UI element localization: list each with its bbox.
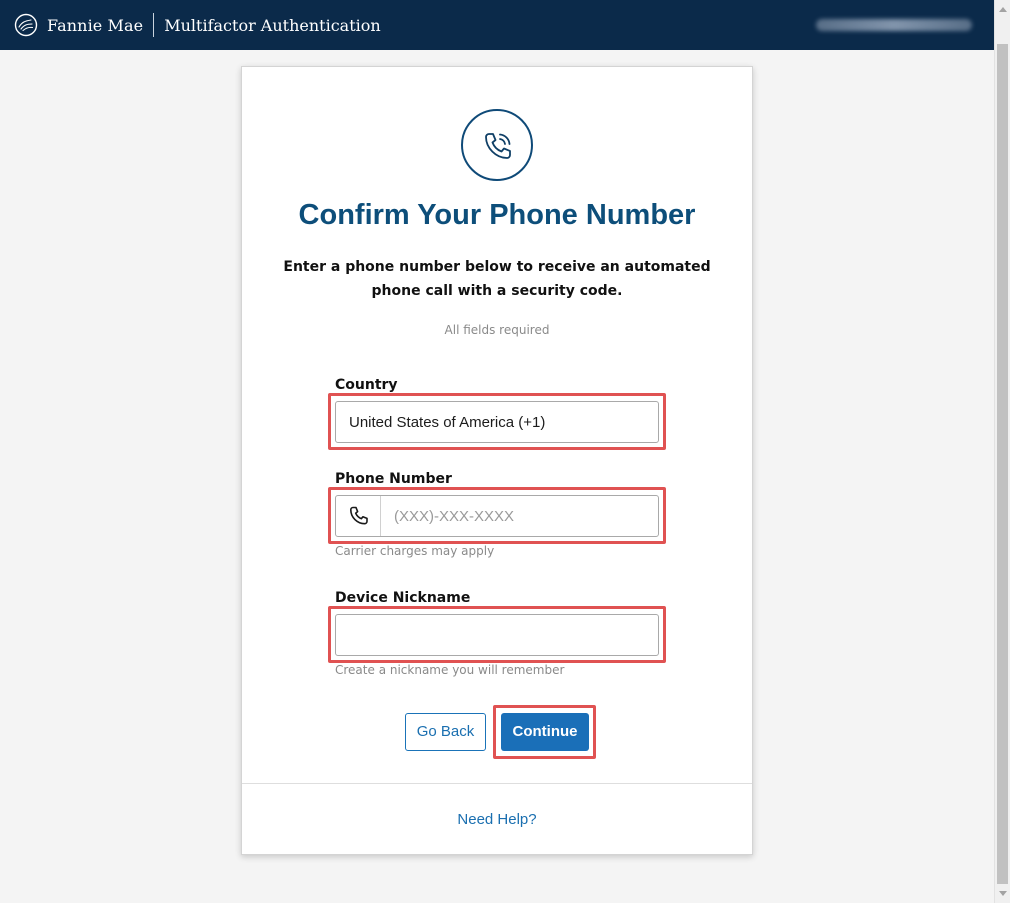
go-back-button[interactable]: Go Back bbox=[405, 713, 486, 751]
phone-prefix bbox=[336, 496, 381, 536]
need-help-link[interactable]: Need Help? bbox=[242, 811, 752, 828]
auth-card: Confirm Your Phone Number Enter a phone … bbox=[241, 66, 753, 855]
nickname-hint: Create a nickname you will remember bbox=[335, 663, 565, 677]
phone-number-input[interactable] bbox=[382, 496, 658, 536]
card-divider bbox=[242, 783, 752, 784]
country-label: Country bbox=[335, 377, 398, 393]
phone-number-field bbox=[335, 495, 659, 537]
scroll-down-arrow-icon[interactable] bbox=[999, 891, 1007, 896]
user-menu[interactable] bbox=[816, 19, 972, 31]
scroll-thumb[interactable] bbox=[997, 44, 1008, 884]
user-name-blurred bbox=[816, 19, 972, 31]
continue-button[interactable]: Continue bbox=[501, 713, 589, 751]
vertical-scrollbar[interactable] bbox=[994, 0, 1010, 903]
app-title: Multifactor Authentication bbox=[164, 15, 381, 35]
phone-call-icon bbox=[485, 133, 511, 159]
phone-hint: Carrier charges may apply bbox=[335, 544, 495, 558]
phone-number-label: Phone Number bbox=[335, 471, 452, 487]
brand-divider bbox=[153, 13, 155, 37]
phone-call-badge bbox=[461, 109, 533, 181]
brand-name: Fannie Mae bbox=[47, 15, 144, 35]
scroll-up-arrow-icon[interactable] bbox=[999, 7, 1007, 12]
phone-icon bbox=[350, 506, 368, 525]
country-select[interactable]: United States of America (+1) bbox=[335, 401, 659, 443]
page-title: Confirm Your Phone Number bbox=[298, 199, 696, 231]
device-nickname-input[interactable] bbox=[336, 615, 658, 655]
required-note: All fields required bbox=[444, 323, 550, 337]
intro-text: Enter a phone number below to receive an… bbox=[283, 259, 711, 299]
brand: Fannie Mae Multifactor Authentication bbox=[14, 12, 381, 38]
top-bar: Fannie Mae Multifactor Authentication bbox=[0, 0, 994, 50]
country-value: United States of America (+1) bbox=[349, 414, 546, 431]
device-nickname-label: Device Nickname bbox=[335, 590, 471, 606]
device-nickname-field bbox=[335, 614, 659, 656]
fannie-mae-logo-icon bbox=[14, 13, 38, 37]
